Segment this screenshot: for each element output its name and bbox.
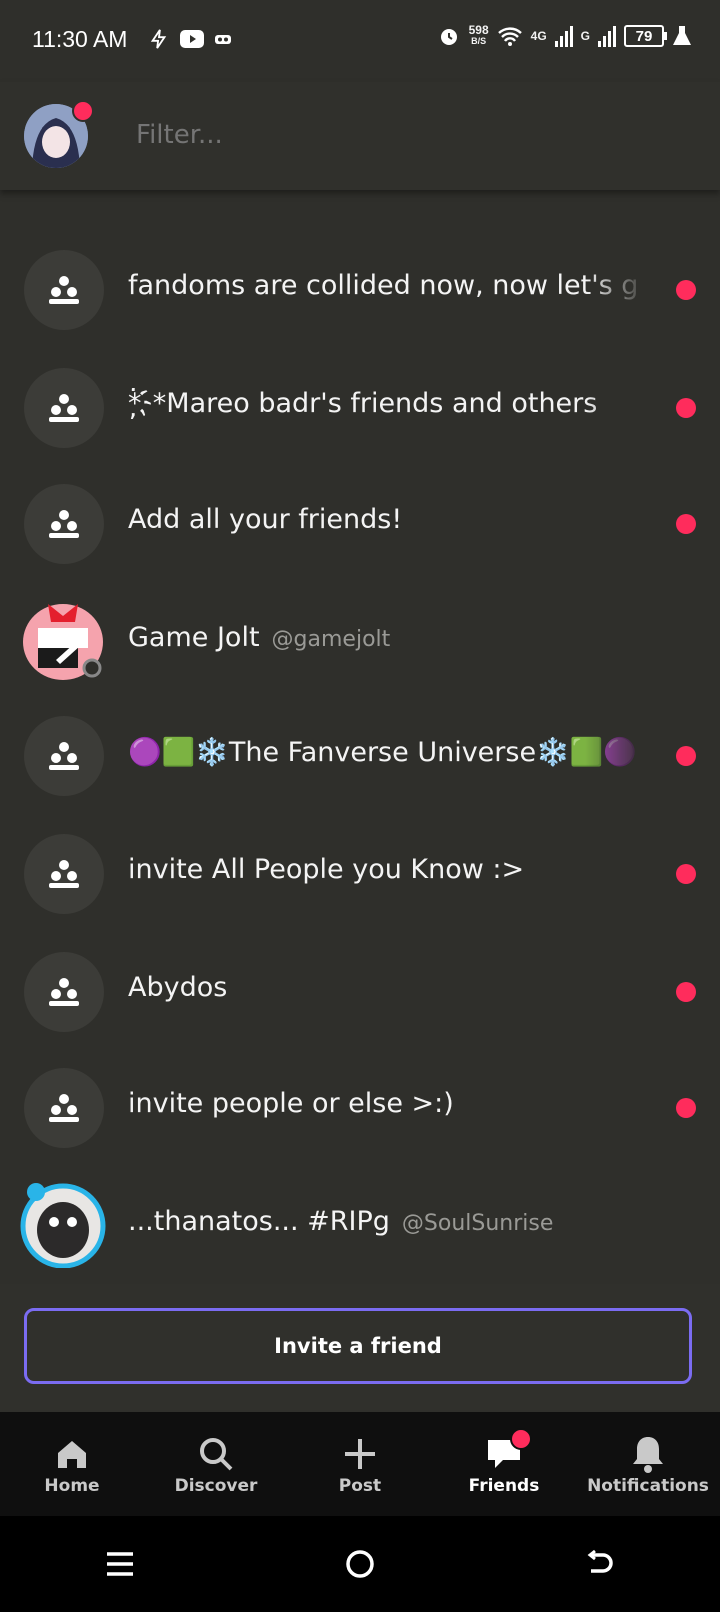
battery-indicator: 79 — [624, 25, 667, 47]
chat-title: *҉*Mareo badr's friends and others — [128, 388, 598, 419]
invite-bar: Invite a friend — [0, 1284, 720, 1412]
chat-title: invite All People you Know :> — [128, 854, 525, 885]
chat-title: ...thanatos... #RIPg @SoulSunrise — [128, 1206, 648, 1237]
unread-dot — [676, 280, 696, 300]
friends-badge — [510, 1428, 532, 1450]
chat-title: fandoms are collided now, now let's g — [128, 270, 639, 301]
menu-icon[interactable] — [105, 1550, 135, 1578]
user-avatar — [18, 1178, 108, 1269]
tab-home[interactable]: Home — [0, 1412, 144, 1516]
user-handle: @gamejolt — [271, 627, 391, 652]
user-avatar — [18, 594, 108, 684]
back-icon[interactable] — [585, 1549, 615, 1579]
signal-icon — [554, 26, 573, 47]
status-bar: 11:30 AM 598 B/S 4G G 79 — [0, 0, 720, 82]
group-chat-icon — [24, 1068, 104, 1148]
home-icon — [58, 1441, 86, 1468]
list-item[interactable]: Abydos — [0, 932, 720, 1052]
list-item[interactable]: Game Jolt @gamejolt — [0, 582, 720, 702]
search-icon — [200, 1438, 233, 1471]
group-chat-icon — [24, 834, 104, 914]
unread-dot — [676, 1098, 696, 1118]
list-item[interactable]: fandoms are collided now, now let's g — [0, 230, 720, 350]
invite-friend-button[interactable]: Invite a friend — [24, 1308, 692, 1384]
chat-list: fandoms are collided now, now let's g *҉… — [0, 150, 720, 1284]
alarm-icon — [440, 29, 457, 45]
clock: 11:30 AM — [32, 26, 128, 52]
user-handle: @SoulSunrise — [401, 1211, 554, 1236]
bell-icon — [633, 1437, 663, 1473]
user-name: ...thanatos... #RIPg — [128, 1206, 390, 1237]
plus-icon — [345, 1439, 375, 1469]
unread-dot — [676, 514, 696, 534]
chat-title: 🟣🟩❄️The Fanverse Universe❄️🟩🟣 — [128, 737, 637, 768]
group-chat-icon — [24, 368, 104, 448]
group-chat-icon — [24, 484, 104, 564]
unread-dot — [676, 746, 696, 766]
system-nav-bar — [0, 1516, 720, 1612]
network-speed: 598 B/S — [468, 23, 489, 46]
chat-title: Add all your friends! — [128, 504, 403, 535]
list-item[interactable]: 🟣🟩❄️The Fanverse Universe❄️🟩🟣 — [0, 696, 720, 816]
bolt-icon — [150, 29, 167, 49]
flask-icon — [673, 26, 691, 45]
my-notification-dot — [72, 100, 94, 122]
user-name: Game Jolt — [128, 622, 260, 653]
filter-input[interactable] — [136, 120, 656, 150]
home-circle-icon[interactable] — [345, 1549, 375, 1579]
list-item[interactable]: ...thanatos... #RIPg @SoulSunrise — [0, 1166, 720, 1284]
unread-dot — [676, 864, 696, 884]
list-item[interactable]: *҉*Mareo badr's friends and others — [0, 348, 720, 468]
tab-discover[interactable]: Discover — [144, 1412, 288, 1516]
chat-header — [0, 82, 720, 190]
vr-icon — [215, 35, 231, 44]
tab-friends[interactable]: Friends — [432, 1412, 576, 1516]
chat-title: Abydos — [128, 972, 228, 1003]
group-chat-icon — [24, 250, 104, 330]
wifi-icon — [497, 27, 522, 46]
list-item[interactable]: Add all your friends! — [0, 464, 720, 584]
chat-title: Game Jolt @gamejolt — [128, 622, 648, 653]
tab-notifications[interactable]: Notifications — [576, 1412, 720, 1516]
chat-title: invite people or else >:) — [128, 1088, 454, 1119]
signal-icon-2 — [598, 26, 616, 47]
list-item[interactable]: invite All People you Know :> — [0, 814, 720, 934]
youtube-icon — [180, 30, 204, 48]
group-chat-icon — [24, 952, 104, 1032]
tab-post[interactable]: Post — [288, 1412, 432, 1516]
unread-dot — [676, 398, 696, 418]
list-item[interactable]: invite people or else >:) — [0, 1048, 720, 1168]
bottom-nav: Home Discover Post Friends Notifications — [0, 1412, 720, 1516]
group-chat-icon — [24, 716, 104, 796]
unread-dot — [676, 982, 696, 1002]
